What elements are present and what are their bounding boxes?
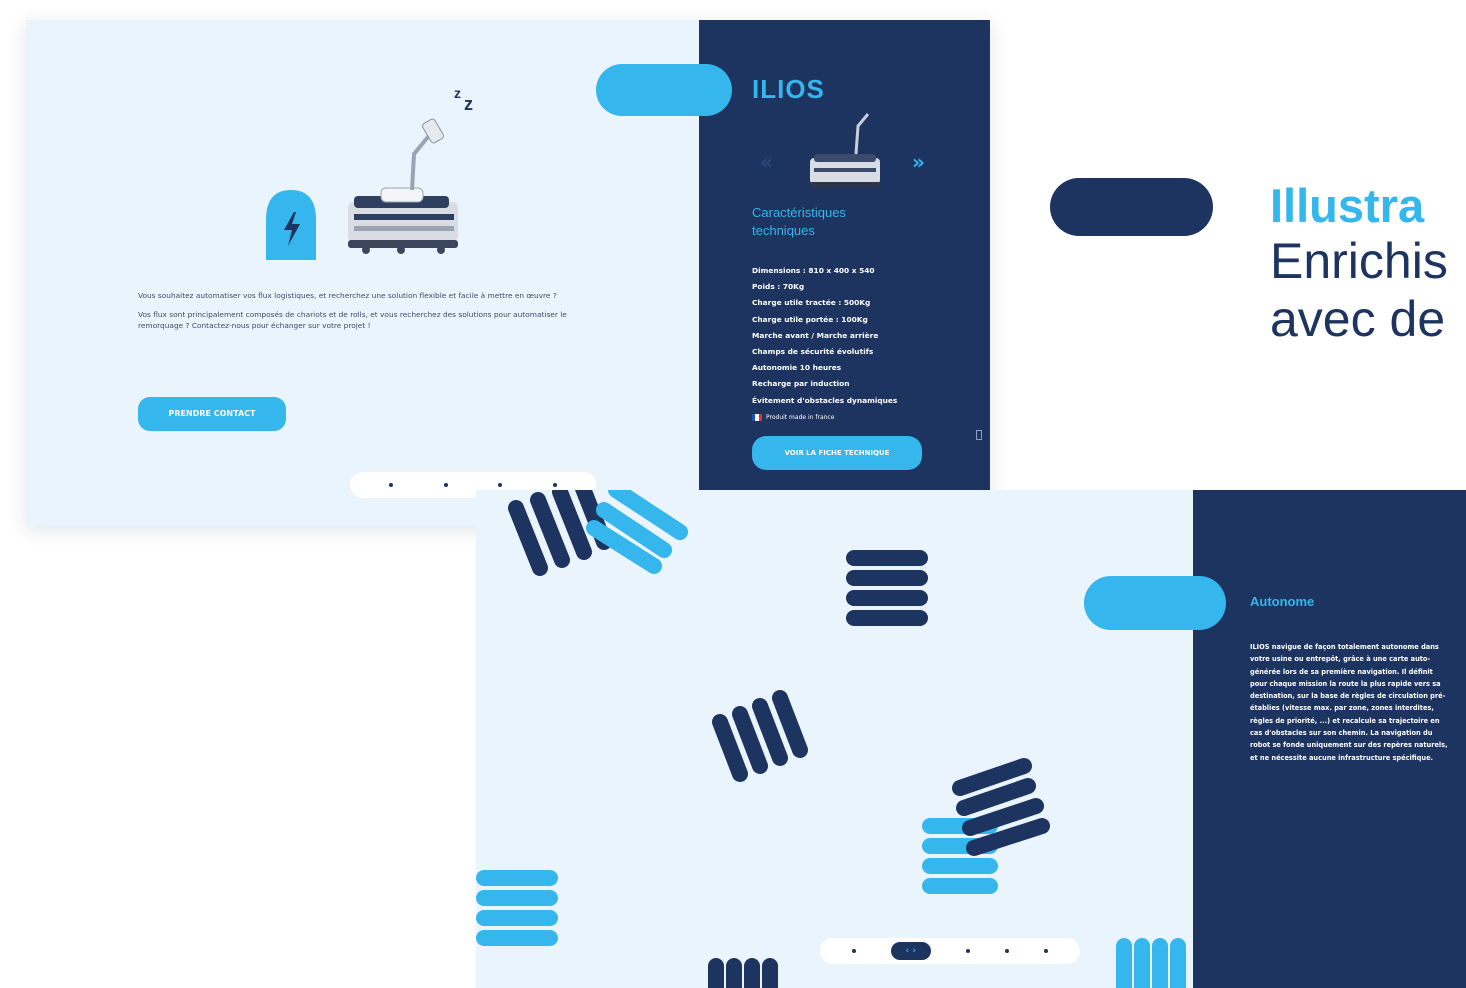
svg-text:z: z [464, 94, 473, 114]
spec-item: Évitement d'obstacles dynamiques [752, 395, 898, 405]
headline-subtitle-line-2: avec de [1270, 291, 1446, 347]
pagination-dot[interactable] [552, 483, 557, 487]
robot-thumbnail [810, 113, 880, 188]
svg-text:z: z [454, 85, 461, 101]
autonomy-title: Autonome [1250, 594, 1315, 609]
pagination-active[interactable]: ‹ › [890, 942, 931, 960]
pagination-dot[interactable] [1005, 949, 1010, 953]
pagination-dot[interactable] [1044, 949, 1049, 953]
spec-item: Marche avant / Marche arrière [752, 330, 879, 340]
headline-subtitle: Enrichis avec de [1270, 232, 1448, 348]
spec-item: Poids : 70Kg [752, 282, 805, 292]
product-name: ILIOS [752, 74, 825, 104]
contact-button[interactable]: PRENDRE CONTACT [138, 397, 286, 431]
pagination-dot[interactable] [498, 483, 503, 487]
robot-illustration: z z z [266, 85, 473, 260]
spec-item: Champs de sécurité évolutifs [752, 347, 874, 357]
pagination-dot[interactable] [851, 949, 856, 953]
sleep-zzz-icon: z z z [454, 85, 473, 114]
made-in-france: Produit made in france [752, 414, 834, 421]
decorative-pill [1084, 576, 1226, 630]
spec-item: Dimensions : 810 x 400 x 540 [752, 266, 875, 275]
pagination-dot[interactable] [389, 483, 394, 487]
headline-subtitle-line-1: Enrichis [1270, 233, 1448, 289]
stripe-pattern-illustration [476, 490, 1186, 988]
carousel-prev-button[interactable]: « [760, 150, 773, 174]
france-flag-icon [752, 414, 762, 421]
intro-paragraph-1: Vous souhaitez automatiser vos flux logi… [138, 291, 557, 300]
pagination-dot[interactable] [965, 949, 970, 953]
spec-item: Autonomie 10 heures [752, 363, 842, 373]
stage: z z z Vous souhaitez automatiser vos flu… [0, 0, 1466, 988]
spec-item: Charge utile tractée : 500Kg [752, 298, 871, 308]
autonomy-description: ILIOS navigue de façon totalement autono… [1250, 643, 1448, 762]
carousel-next-button[interactable]: » [912, 150, 925, 174]
decorative-pill [596, 64, 732, 116]
headline-title: Illustra [1270, 179, 1425, 232]
charging-station-icon [266, 190, 316, 260]
headline-pill [1050, 178, 1213, 236]
spec-item: Charge utile portée : 100Kg [752, 314, 868, 324]
view-datasheet-button[interactable]: VOIR LA FICHE TECHNIQUE [752, 436, 922, 470]
made-in-label: Produit made in france [766, 414, 835, 421]
robot-icon [348, 118, 458, 254]
scroll-handle[interactable] [976, 430, 982, 440]
pagination-dot[interactable] [443, 483, 448, 487]
pagination-dots: ‹ › [820, 938, 1080, 964]
intro-text: Vous souhaitez automatiser vos flux logi… [138, 290, 578, 339]
specs-section-title: Caractéristiques techniques [752, 205, 846, 238]
spec-item: Recharge par induction [752, 379, 850, 389]
intro-paragraph-2: Vos flux sont principalement composés de… [138, 310, 567, 330]
specs-list: Dimensions : 810 x 400 x 540 Poids : 70K… [752, 263, 952, 409]
